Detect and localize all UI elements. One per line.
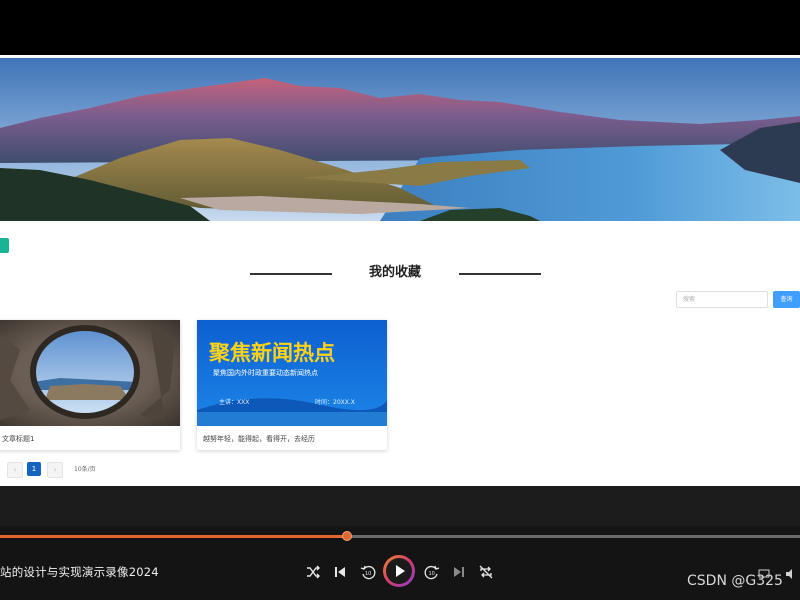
repeat-off-icon[interactable] [477,563,495,581]
play-icon [396,565,405,577]
skip-previous-icon[interactable] [331,563,349,581]
progress-fill [0,535,348,538]
card-title[interactable]: 越努年轻，能得起，看得开，去经历 [197,428,387,450]
news-poster-image: 聚焦新闻热点 聚焦国内外时政重要动态新闻热点 主讲：XXX 时间：20XX.X [197,320,387,426]
card-thumbnail[interactable] [0,320,180,426]
favorite-card[interactable]: 聚焦新闻热点 聚焦国内外时政重要动态新闻热点 主讲：XXX 时间：20XX.X … [197,320,387,450]
shuffle-icon[interactable] [304,563,322,581]
video-title: 站的设计与实现演示录像2024 [0,565,159,579]
section-header: 我的收藏 [0,262,800,284]
cave-arch-photo [0,320,180,426]
banner-image [0,58,800,221]
svg-text:10: 10 [429,571,435,577]
poster-subtitle: 聚焦国内外时政重要动态新闻热点 [213,368,318,377]
side-tab-marker[interactable] [0,238,9,253]
poster-presenter: 主讲：XXX [219,398,249,406]
web-page: 我的收藏 搜索 查询 文章标题1 聚焦新闻热点 聚焦国内外时政重要动态新闻热点 … [0,58,800,486]
pagination-prev-button[interactable]: ‹ [7,462,23,478]
page-size-select[interactable]: 10条/页 [74,462,114,476]
skip-next-icon[interactable] [450,563,468,581]
volume-icon[interactable] [785,568,797,580]
pagination: ‹ 1 › 10条/页 [0,462,200,478]
poster-date: 时间：20XX.X [315,398,355,406]
poster-title: 聚焦新闻热点 [208,341,335,365]
video-player-bar: 站的设计与实现演示录像2024 10 10 CSDN @G325 [0,486,800,600]
page-title: 我的收藏 [368,265,421,280]
title-divider-right [459,273,541,275]
top-black-bar [0,0,800,55]
forward-10-icon[interactable]: 10 [423,563,441,581]
play-button-inner [386,558,412,584]
mountain-lake-illustration [0,58,800,221]
pagination-next-button[interactable]: › [47,462,63,478]
play-button[interactable] [383,555,415,587]
search-button[interactable]: 查询 [773,291,800,308]
rewind-10-icon[interactable]: 10 [359,563,377,581]
svg-text:10: 10 [365,571,371,577]
card-thumbnail[interactable]: 聚焦新闻热点 聚焦国内外时政重要动态新闻热点 主讲：XXX 时间：20XX.X [197,320,387,426]
screen-icon[interactable] [758,568,770,580]
favorite-card[interactable]: 文章标题1 [0,320,180,450]
player-backdrop [0,486,800,526]
progress-handle[interactable] [342,531,353,541]
card-title[interactable]: 文章标题1 [0,428,180,450]
pagination-page-1[interactable]: 1 [27,462,41,476]
title-divider-left [250,273,332,275]
search-input[interactable]: 搜索 [676,291,768,308]
